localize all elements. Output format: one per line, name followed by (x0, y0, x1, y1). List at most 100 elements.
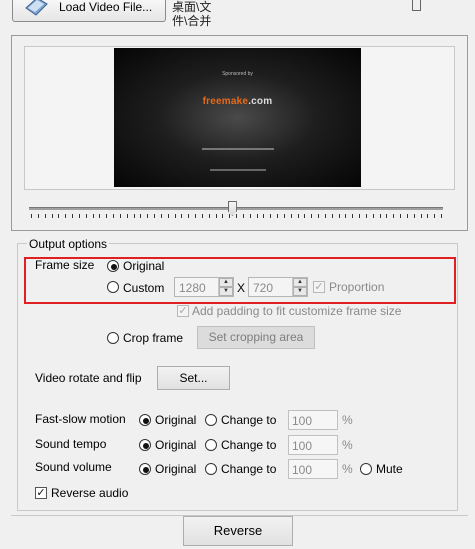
sound-tempo-value-input[interactable]: 100 (288, 435, 338, 455)
slider-tick (277, 214, 278, 218)
set-cropping-area-button[interactable]: Set cropping area (197, 326, 315, 349)
proportion-checkbox[interactable]: ✓ (313, 281, 325, 293)
rotate-flip-label: Video rotate and flip (35, 371, 142, 385)
video-caption-line (210, 169, 266, 171)
slider-tick (256, 214, 258, 218)
fast-slow-label: Fast-slow motion (35, 412, 126, 426)
slider-tick (331, 214, 333, 218)
slider-tick (147, 214, 149, 218)
slider-tick (379, 214, 381, 218)
slider-tick (304, 214, 306, 218)
slider-tick (386, 214, 388, 218)
slider-tick (113, 214, 114, 218)
slider-tick (160, 214, 162, 218)
freemake-logo: freemake.com (202, 96, 273, 107)
reverse-audio-label: Reverse audio (51, 486, 129, 500)
path-line: 桌面\文 (172, 0, 212, 14)
mute-label: Mute (376, 462, 403, 476)
slider-tick (126, 214, 128, 218)
slider-tick (236, 214, 237, 218)
file-path-text: 桌面\文 件\合并 (172, 0, 211, 28)
slider-tick (188, 214, 190, 218)
crop-frame-label: Crop frame (123, 331, 184, 345)
stepper-up-icon: ▲ (219, 278, 233, 287)
slider-tick (441, 214, 442, 218)
slider-tick (174, 214, 176, 218)
slider-tick (195, 214, 196, 218)
original-label: Original (155, 413, 197, 427)
custom-label: Custom (123, 281, 165, 295)
percent-unit: % (342, 413, 353, 427)
fast-slow-value-input[interactable]: 100 (288, 410, 338, 430)
slider-tick (119, 214, 121, 218)
slider-tick (318, 214, 319, 218)
slider-tick (345, 214, 347, 218)
slider-tick (338, 214, 340, 218)
slider-tick (249, 214, 251, 218)
add-padding-checkbox[interactable]: ✓ (177, 305, 189, 317)
slider-tick (181, 214, 183, 218)
slider-tick (229, 214, 231, 218)
slider-tick (99, 214, 101, 218)
slider-tick (406, 214, 408, 218)
original-label: Original (155, 438, 197, 452)
slider-tick (106, 214, 108, 218)
proportion-label: Proportion (329, 280, 385, 294)
video-preview: Sponsored by freemake.com (114, 48, 361, 187)
slider-tick (413, 214, 415, 218)
sound-volume-value-input[interactable]: 100 (288, 459, 338, 479)
rotate-flip-set-button[interactable]: Set... (157, 366, 230, 390)
slider-tick (51, 214, 53, 218)
sound-tempo-label: Sound tempo (35, 437, 107, 451)
slider-tick (372, 214, 374, 218)
change-to-label: Change to (221, 438, 277, 452)
slider-tick (359, 214, 360, 218)
reverse-audio-checkbox[interactable]: ✓ (35, 487, 47, 499)
slider-tick (290, 214, 292, 218)
slider-tick (283, 214, 285, 218)
slider-tick (58, 214, 60, 218)
slider-tick (167, 214, 169, 218)
stepper-up-icon: ▲ (293, 278, 307, 287)
video-file-icon (25, 0, 48, 16)
slider-tick (324, 214, 326, 218)
slider-tick (208, 214, 210, 218)
stepper-down-icon: ▼ (219, 287, 233, 296)
add-padding-label: Add padding to fit customize frame size (192, 304, 402, 318)
slider-tick (270, 214, 272, 218)
slider-tick (365, 214, 367, 218)
slider-tick (297, 214, 299, 218)
slider-tick (400, 214, 401, 218)
percent-unit: % (342, 438, 353, 452)
load-video-button[interactable]: Load Video File... (12, 0, 166, 22)
slider-tick (31, 214, 32, 218)
slider-tick (420, 214, 422, 218)
change-to-label: Change to (221, 413, 277, 427)
original-label: Original (123, 259, 165, 273)
slider-tick (65, 214, 67, 218)
slider-tick (311, 214, 313, 218)
selection-marker (412, 0, 421, 11)
frame-size-label: Frame size (35, 258, 95, 272)
reverse-button[interactable]: Reverse (183, 516, 293, 546)
path-line: 件\合并 (172, 14, 212, 28)
output-options-title: Output options (27, 237, 110, 251)
change-to-label: Change to (221, 462, 277, 476)
slider-tick (263, 214, 265, 218)
slider-tick (85, 214, 87, 218)
slider-tick (427, 214, 429, 218)
width-stepper[interactable]: 1280 ▲ ▼ (174, 277, 234, 297)
percent-unit: % (342, 462, 353, 476)
slider-tick (37, 214, 39, 218)
slider-tick (352, 214, 354, 218)
slider-tick (44, 214, 46, 218)
slider-tick (72, 214, 73, 218)
stepper-down-icon: ▼ (293, 287, 307, 296)
slider-tick (133, 214, 135, 218)
height-stepper[interactable]: 720 ▲ ▼ (248, 277, 308, 297)
slider-tick (154, 214, 155, 218)
slider-tick (222, 214, 224, 218)
sound-volume-label: Sound volume (35, 460, 112, 474)
slider-tick (215, 214, 217, 218)
slider-tick (393, 214, 395, 218)
